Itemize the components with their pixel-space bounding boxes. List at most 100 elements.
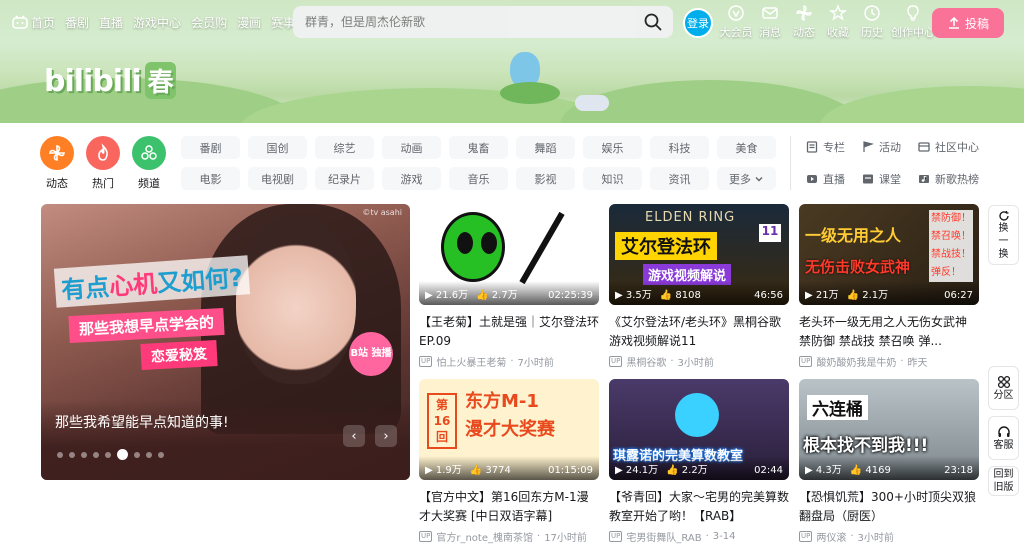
carousel-dot[interactable] bbox=[81, 451, 87, 458]
tag-item[interactable]: 综艺 bbox=[315, 136, 374, 159]
refresh-button[interactable]: 换一换 bbox=[988, 205, 1019, 265]
tag-item[interactable]: 动画 bbox=[382, 136, 441, 159]
video-title[interactable]: 【恐惧饥荒】300+小时顶尖双狼翻盘局（厨医） bbox=[799, 488, 979, 526]
video-title[interactable]: 【王老菊】土就是强｜艾尔登法环EP.09 bbox=[419, 313, 599, 351]
tag-item[interactable]: 资讯 bbox=[650, 167, 709, 190]
tag-item[interactable]: 番剧 bbox=[181, 136, 240, 159]
video-card[interactable]: ELDEN RING 艾尔登法环 11 游戏视频解说 ▶ 3.5万 👍 8108… bbox=[609, 204, 789, 369]
tag-item[interactable]: 舞蹈 bbox=[516, 136, 575, 159]
channel-channels[interactable]: 频道 bbox=[129, 136, 169, 191]
video-thumbnail[interactable]: ELDEN RING 艾尔登法环 11 游戏视频解说 ▶ 3.5万 👍 8108… bbox=[609, 204, 789, 305]
video-owner[interactable]: UP 宅男街舞队_RAB · 3-14 bbox=[609, 529, 789, 544]
video-card[interactable]: 六连桶 根本找不到我!!! ▶ 4.3万 👍 4169 23:18 【恐惧饥荒】… bbox=[799, 379, 979, 544]
favorites-label: 收藏 bbox=[827, 26, 849, 39]
video-owner[interactable]: UP 怕上火暴王老菊 · 7小时前 bbox=[419, 354, 599, 369]
tag-item[interactable]: 电视剧 bbox=[248, 167, 307, 190]
history-button[interactable]: 历史 bbox=[856, 4, 888, 40]
bilibili-logo[interactable]: bilibili 春 bbox=[44, 62, 176, 99]
video-title[interactable]: 《艾尔登法环/老头环》黑桐谷歌游戏视频解说11 bbox=[609, 313, 789, 351]
carousel-overlay-text: 恋爱秘笈 bbox=[140, 340, 218, 370]
tag-item[interactable]: 纪录片 bbox=[315, 167, 374, 190]
nav-item[interactable]: 番剧 bbox=[65, 14, 89, 31]
video-thumbnail[interactable]: 一级无用之人 无伤击败女武神 禁防御！ 禁召唤！ 禁战技！ 弹反！ ▶ 21万 👍 2… bbox=[799, 204, 979, 305]
tag-item[interactable]: 影视 bbox=[516, 167, 575, 190]
channel-hot[interactable]: 热门 bbox=[83, 136, 123, 191]
mail-icon bbox=[762, 7, 778, 19]
video-thumbnail[interactable]: ▶ 21.6万 👍 2.7万 02:25:39 bbox=[419, 204, 599, 305]
video-thumbnail[interactable]: 琪露诺的完美算数教室 ▶ 24.1万 👍 2.2万 02:44 bbox=[609, 379, 789, 480]
dynamic-button[interactable]: 动态 bbox=[788, 4, 820, 40]
video-title[interactable]: 【爷青回】大家～宅男的完美算数教室开始了哟！【RAB】 bbox=[609, 488, 789, 526]
side-link-column[interactable]: 专栏 bbox=[806, 136, 862, 158]
side-link-community[interactable]: 社区中心 bbox=[918, 136, 998, 158]
up-badge-icon: UP bbox=[799, 531, 813, 542]
side-link-hot-songs[interactable]: 新歌热榜 bbox=[918, 168, 998, 190]
nav-item[interactable]: 漫画 bbox=[237, 14, 261, 31]
creator-center-button[interactable]: 创作中心 bbox=[890, 4, 936, 40]
nav-item[interactable]: 游戏中心 bbox=[133, 14, 181, 31]
featured-carousel[interactable]: ©tv asahi 有点心机又如何? 那些我想早点学会的 恋爱秘笈 B站 独播 … bbox=[41, 204, 410, 480]
nav-item[interactable]: 赛事 bbox=[271, 14, 295, 31]
video-duration: 06:27 bbox=[944, 290, 973, 301]
tag-item[interactable]: 科技 bbox=[650, 136, 709, 159]
tag-item[interactable]: 娱乐 bbox=[583, 136, 642, 159]
video-card[interactable]: 一级无用之人 无伤击败女武神 禁防御！ 禁召唤！ 禁战技！ 弹反！ ▶ 21万 👍 2… bbox=[799, 204, 979, 369]
side-link-activity[interactable]: 活动 bbox=[862, 136, 918, 158]
old-version-button[interactable]: 回到旧版 bbox=[988, 466, 1019, 496]
video-thumbnail[interactable]: 六连桶 根本找不到我!!! ▶ 4.3万 👍 4169 23:18 bbox=[799, 379, 979, 480]
carousel-dot[interactable] bbox=[158, 451, 164, 458]
video-card[interactable]: 第16回 东方M-1 漫才大奖赛 ▶ 1.9万 👍 3774 01:15:09 … bbox=[419, 379, 599, 544]
carousel-prev-button[interactable]: ‹ bbox=[343, 425, 365, 447]
lightbulb-icon bbox=[907, 5, 919, 21]
video-title[interactable]: 【官方中文】第16回东方M-1漫才大奖赛 [中日双语字幕] bbox=[419, 488, 599, 526]
message-button[interactable]: 消息 bbox=[754, 4, 786, 40]
side-link-classroom[interactable]: 课堂 bbox=[862, 168, 918, 190]
carousel-next-button[interactable]: › bbox=[375, 425, 397, 447]
nav-home[interactable]: 首页 bbox=[12, 14, 55, 31]
channel-channels-label: 频道 bbox=[138, 177, 160, 190]
owner-name: 两仪滚 bbox=[816, 533, 847, 544]
dynamic-icon bbox=[40, 136, 74, 170]
tag-item[interactable]: 国创 bbox=[248, 136, 307, 159]
video-card[interactable]: ▶ 21.6万 👍 2.7万 02:25:39 【王老菊】土就是强｜艾尔登法环E… bbox=[419, 204, 599, 369]
video-owner[interactable]: UP 两仪滚 · 3小时前 bbox=[799, 529, 979, 544]
carousel-dot[interactable] bbox=[105, 451, 111, 458]
video-owner[interactable]: UP 酸奶酸奶我是牛奶 · 昨天 bbox=[799, 354, 979, 369]
tag-item[interactable]: 音乐 bbox=[449, 167, 508, 190]
video-owner[interactable]: UP 黑桐谷歌 · 3小时前 bbox=[609, 354, 789, 369]
video-owner[interactable]: UP 官方r_note_槐南茶馆 · 17小时前 bbox=[419, 529, 599, 544]
video-card[interactable]: 琪露诺的完美算数教室 ▶ 24.1万 👍 2.2万 02:44 【爷青回】大家～… bbox=[609, 379, 789, 544]
video-title[interactable]: 老头环一级无用之人无伤女武神 禁防御 禁战技 禁召唤 弹... bbox=[799, 313, 979, 351]
tag-item[interactable]: 游戏 bbox=[382, 167, 441, 190]
upload-button[interactable]: 投稿 bbox=[932, 8, 1004, 38]
carousel-dot[interactable] bbox=[134, 451, 140, 458]
nav-item[interactable]: 会员购 bbox=[191, 14, 227, 31]
side-link-live[interactable]: 直播 bbox=[806, 168, 862, 190]
search-input[interactable] bbox=[305, 15, 625, 29]
support-button[interactable]: 客服 bbox=[988, 416, 1019, 460]
message-label: 消息 bbox=[759, 26, 781, 39]
carousel-dot[interactable] bbox=[146, 451, 152, 458]
carousel-dot[interactable] bbox=[57, 451, 63, 458]
vip-button[interactable]: 大会员 bbox=[720, 4, 753, 40]
favorites-button[interactable]: 收藏 bbox=[822, 4, 854, 40]
carousel-title[interactable]: 那些我希望能早点知道的事! bbox=[55, 412, 229, 432]
login-button[interactable]: 登录 bbox=[683, 8, 713, 38]
banner-leaf bbox=[500, 82, 560, 104]
nav-item[interactable]: 直播 bbox=[99, 14, 123, 31]
separator: · bbox=[705, 531, 709, 542]
carousel-dot-active[interactable] bbox=[117, 449, 128, 460]
carousel-dot[interactable] bbox=[93, 451, 99, 458]
search-icon[interactable] bbox=[643, 12, 663, 32]
more-tags-button[interactable]: 更多 bbox=[717, 167, 776, 190]
channel-dynamic[interactable]: 动态 bbox=[37, 136, 77, 191]
tag-item[interactable]: 美食 bbox=[717, 136, 776, 159]
upload-icon bbox=[948, 16, 959, 29]
tag-item[interactable]: 知识 bbox=[583, 167, 642, 190]
owner-name: 酸奶酸奶我是牛奶 bbox=[816, 358, 897, 369]
video-thumbnail[interactable]: 第16回 东方M-1 漫才大奖赛 ▶ 1.9万 👍 3774 01:15:09 bbox=[419, 379, 599, 480]
tag-item[interactable]: 电影 bbox=[181, 167, 240, 190]
tag-item[interactable]: 鬼畜 bbox=[449, 136, 508, 159]
zones-button[interactable]: 分区 bbox=[988, 366, 1019, 410]
carousel-dot[interactable] bbox=[69, 451, 75, 458]
